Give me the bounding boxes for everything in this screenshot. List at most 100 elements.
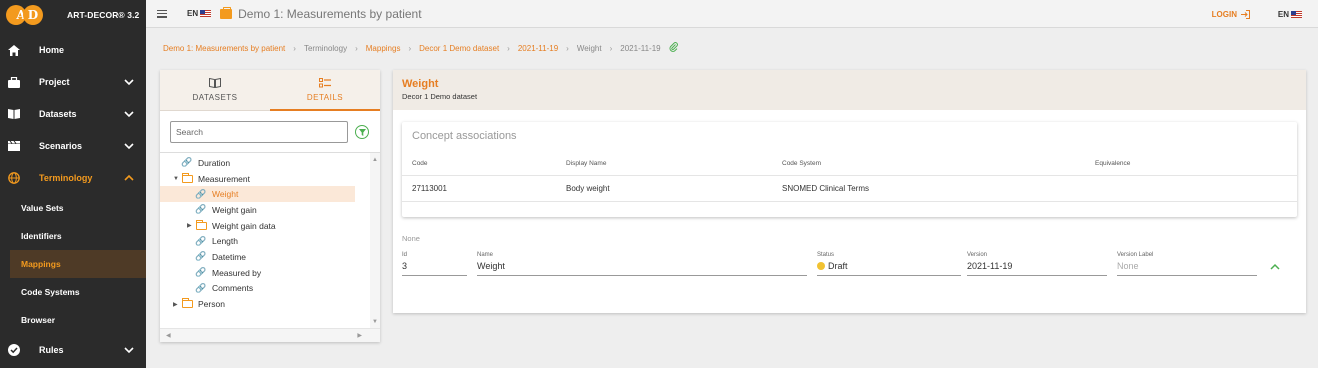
breadcrumb-concept: Weight xyxy=(576,43,602,53)
expand-down-icon[interactable]: ▼ xyxy=(173,176,181,182)
check-circle-icon xyxy=(8,344,20,356)
us-flag-icon xyxy=(1291,11,1302,18)
clapperboard-icon xyxy=(8,140,20,152)
list-icon xyxy=(319,78,331,91)
sidebar-subitem-mappings[interactable]: Mappings xyxy=(10,250,146,278)
book-icon xyxy=(209,77,221,91)
briefcase-icon xyxy=(220,6,233,19)
sidebar-item-datasets[interactable]: Datasets xyxy=(0,98,146,130)
sidebar-subitem-browser[interactable]: Browser xyxy=(0,306,146,334)
chevron-right-icon: › xyxy=(408,43,412,53)
tree-node-person[interactable]: ▶ Person xyxy=(160,296,380,312)
link-icon: 🔗 xyxy=(195,251,207,262)
chevron-up-icon xyxy=(124,174,134,181)
link-icon: 🔗 xyxy=(195,235,207,246)
login-button[interactable]: LOGIN xyxy=(1212,10,1250,19)
table-row[interactable]: 27113001 Body weight SNOMED Clinical Ter… xyxy=(402,176,1297,202)
language-selector-right[interactable]: EN xyxy=(1278,10,1302,19)
tree-node-weight-gain-data[interactable]: ▶ Weight gain data xyxy=(160,218,380,234)
breadcrumb: Demo 1: Measurements by patient › Termin… xyxy=(163,42,678,54)
column-header-display-name[interactable]: Display Name xyxy=(566,160,782,167)
scroll-left-icon[interactable]: ◀ xyxy=(166,332,171,339)
tree-node-duration[interactable]: 🔗 Duration xyxy=(160,155,380,171)
breadcrumb-concept-version: 2021-11-19 xyxy=(620,43,661,53)
column-header-code[interactable]: Code xyxy=(402,160,566,167)
version-field[interactable]: Version 2021-11-19 xyxy=(967,252,1107,276)
vertical-scrollbar[interactable]: ▲ ▼ xyxy=(370,153,380,329)
folder-icon xyxy=(181,298,193,309)
expand-right-icon[interactable]: ▶ xyxy=(187,222,195,229)
tree-panel: DATASETS DETAILS 🔗 Duration ▼ Measuremen… xyxy=(160,70,380,342)
breadcrumb-mappings[interactable]: Mappings xyxy=(366,44,401,53)
chevron-down-icon xyxy=(124,347,134,354)
sidebar-item-scenarios[interactable]: Scenarios xyxy=(0,130,146,162)
filter-icon[interactable] xyxy=(355,125,369,139)
chevron-down-icon xyxy=(124,143,134,150)
none-label: None xyxy=(402,234,420,243)
sidebar-item-terminology[interactable]: Terminology xyxy=(0,162,146,194)
card-title: Concept associations xyxy=(412,130,517,142)
sidebar-subitem-value-sets[interactable]: Value Sets xyxy=(0,194,146,222)
tree-node-datetime[interactable]: 🔗 Datetime xyxy=(160,249,380,265)
table-header: Code Display Name Code System Equivalenc… xyxy=(402,152,1297,176)
link-icon: 🔗 xyxy=(195,282,207,293)
detail-subtitle: Decor 1 Demo dataset xyxy=(402,92,478,101)
column-header-code-system[interactable]: Code System xyxy=(782,160,1095,167)
detail-title: Weight xyxy=(402,78,439,90)
chevron-right-icon: › xyxy=(609,43,613,53)
tree-node-comments[interactable]: 🔗 Comments xyxy=(160,281,380,297)
paperclip-icon[interactable] xyxy=(669,42,678,54)
breadcrumb-dataset-version[interactable]: 2021-11-19 xyxy=(518,44,558,53)
tab-datasets[interactable]: DATASETS xyxy=(160,70,270,110)
sidebar-subitem-code-systems[interactable]: Code Systems xyxy=(0,278,146,306)
horizontal-scrollbar[interactable]: ◀ ▶ xyxy=(160,328,380,342)
id-field[interactable]: Id 3 xyxy=(402,252,467,276)
tree-node-measured-by[interactable]: 🔗 Measured by xyxy=(160,265,380,281)
link-icon: 🔗 xyxy=(195,188,207,199)
tree-node-length[interactable]: 🔗 Length xyxy=(160,233,380,249)
version-label-field[interactable]: Version Label None xyxy=(1117,252,1257,276)
breadcrumb-project[interactable]: Demo 1: Measurements by patient xyxy=(163,44,285,53)
expand-right-icon[interactable]: ▶ xyxy=(173,301,181,308)
name-field[interactable]: Name Weight xyxy=(477,252,807,276)
project-title: Demo 1: Measurements by patient xyxy=(238,6,422,21)
status-draft-dot xyxy=(817,262,825,270)
breadcrumb-terminology: Terminology xyxy=(303,43,348,53)
column-header-equivalence[interactable]: Equivalence xyxy=(1095,160,1297,167)
scroll-down-icon[interactable]: ▼ xyxy=(372,319,378,325)
cell-code-system: SNOMED Clinical Terms xyxy=(782,184,869,193)
home-icon xyxy=(8,44,20,56)
brand[interactable]: A D ART-DECOR® 3.2 xyxy=(0,0,146,30)
scroll-up-icon[interactable]: ▲ xyxy=(372,157,378,163)
tree-node-weight-gain[interactable]: 🔗 Weight gain xyxy=(160,202,380,218)
status-field[interactable]: Status Draft xyxy=(817,252,961,276)
chevron-right-icon: › xyxy=(355,43,358,53)
search-input[interactable] xyxy=(170,121,348,143)
concept-tree: 🔗 Duration ▼ Measurement 🔗 Weight 🔗 Weig… xyxy=(160,152,380,329)
language-selector[interactable]: EN xyxy=(187,9,212,18)
briefcase-icon xyxy=(8,76,20,88)
tree-node-measurement[interactable]: ▼ Measurement xyxy=(160,171,380,187)
chevron-up-icon[interactable] xyxy=(1270,263,1280,274)
tab-details[interactable]: DETAILS xyxy=(270,70,380,111)
sidebar-item-project[interactable]: Project xyxy=(0,66,146,98)
tree-node-weight[interactable]: 🔗 Weight xyxy=(160,186,355,203)
chevron-right-icon: › xyxy=(507,43,510,53)
menu-icon[interactable] xyxy=(157,9,167,18)
scroll-right-icon[interactable]: ▶ xyxy=(357,332,362,339)
panel-tabs: DATASETS DETAILS xyxy=(160,70,380,111)
folder-open-icon xyxy=(181,172,193,184)
link-icon: 🔗 xyxy=(195,204,207,215)
cell-code: 27113001 xyxy=(412,184,447,193)
chevron-right-icon: › xyxy=(566,43,569,53)
detail-panel: Weight Decor 1 Demo dataset Concept asso… xyxy=(393,70,1306,313)
sidebar-item-home[interactable]: Home xyxy=(0,34,146,66)
us-flag-icon xyxy=(200,10,212,17)
sidebar-item-rules[interactable]: Rules xyxy=(0,334,146,366)
brand-name: ART-DECOR® 3.2 xyxy=(67,10,140,20)
sidebar-subitem-identifiers[interactable]: Identifiers xyxy=(0,222,146,250)
breadcrumb-dataset[interactable]: Decor 1 Demo dataset xyxy=(419,44,499,53)
book-icon xyxy=(8,108,20,120)
detail-header: Weight Decor 1 Demo dataset xyxy=(393,70,1306,110)
search-row xyxy=(160,111,380,143)
